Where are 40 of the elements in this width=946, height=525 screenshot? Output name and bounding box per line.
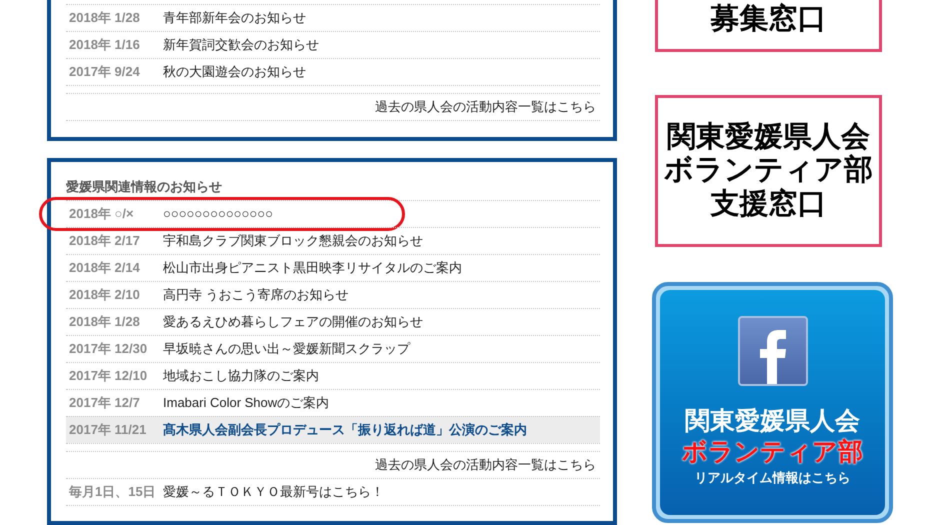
- banner-text: 関東愛媛県人会: [685, 406, 860, 436]
- news-link[interactable]: ○○○○○○○○○○○○○○: [163, 204, 273, 224]
- news-date: 2017年 12/10: [68, 367, 148, 386]
- news-link[interactable]: 高円寺 うおこう寄席のお知らせ: [163, 285, 349, 305]
- news-link[interactable]: 松山市出身ピアニスト黒田映李リサイタルのご案内: [163, 258, 462, 278]
- news-date: 2018年 1/28: [68, 313, 141, 332]
- news-link[interactable]: 青年部新年会のお知らせ: [163, 8, 306, 28]
- section-heading: 愛媛県関連情報のお知らせ: [66, 178, 223, 196]
- banner-text: 募集窓口: [710, 3, 826, 37]
- more-link[interactable]: 過去の県人会の活動内容一覧はこちら: [375, 97, 596, 117]
- banner-text: ボランティア部: [664, 154, 873, 188]
- news-link[interactable]: 新年賀詞交歓会のお知らせ: [163, 35, 319, 55]
- banner-text: 支援窓口: [710, 188, 826, 222]
- banner-text: リアルタイム情報はこちら: [694, 470, 850, 486]
- banner-text: 関東愛媛県人会: [667, 120, 870, 154]
- facebook-banner[interactable]: 関東愛媛県人会 ボランティア部 リアルタイム情報はこちら: [652, 282, 893, 523]
- news-link[interactable]: 髙木県人会副会長プロデュース「振り返れば道」公演のご案内: [163, 420, 527, 440]
- news-date: 2018年 1/28: [68, 9, 141, 28]
- news-date: 2018年 2/14: [68, 259, 141, 278]
- news-date: 2018年 1/16: [68, 36, 141, 54]
- news-date: 毎月1日、15日: [68, 483, 157, 502]
- news-date: 2018年 2/17: [68, 232, 141, 250]
- news-date: 2017年 9/24: [68, 63, 141, 82]
- news-date: 2018年 ○/×: [68, 205, 135, 224]
- news-link[interactable]: 地域おこし協力隊のご案内: [163, 366, 319, 386]
- facebook-icon: [738, 316, 808, 386]
- more-link[interactable]: 過去の県人会の活動内容一覧はこちら: [375, 455, 596, 475]
- banner[interactable]: 関東愛媛県人会 ボランティア部 支援窓口: [655, 95, 882, 247]
- banner-text: ボランティア部: [682, 437, 863, 467]
- news-date: 2017年 12/30: [68, 340, 148, 358]
- news-link[interactable]: 愛媛～るＴＯＫＹＯ最新号はこちら！: [163, 482, 384, 502]
- news-date: 2017年 12/7: [68, 394, 141, 412]
- news-date: 2017年 11/21: [68, 421, 148, 440]
- news-date: 2018年 2/10: [68, 286, 141, 304]
- news-link[interactable]: Imabari Color Showのご案内: [163, 393, 330, 413]
- news-link[interactable]: 愛あるえひめ暮らしフェアの開催のお知らせ: [163, 312, 423, 332]
- news-link[interactable]: 秋の大園遊会のお知らせ: [163, 62, 306, 82]
- news-link[interactable]: 早坂暁さんの思い出～愛媛新聞スクラップ: [163, 339, 410, 359]
- news-link[interactable]: 宇和島クラブ関東ブロック懇親会のお知らせ: [163, 231, 423, 251]
- banner[interactable]: 募集窓口: [655, 0, 882, 52]
